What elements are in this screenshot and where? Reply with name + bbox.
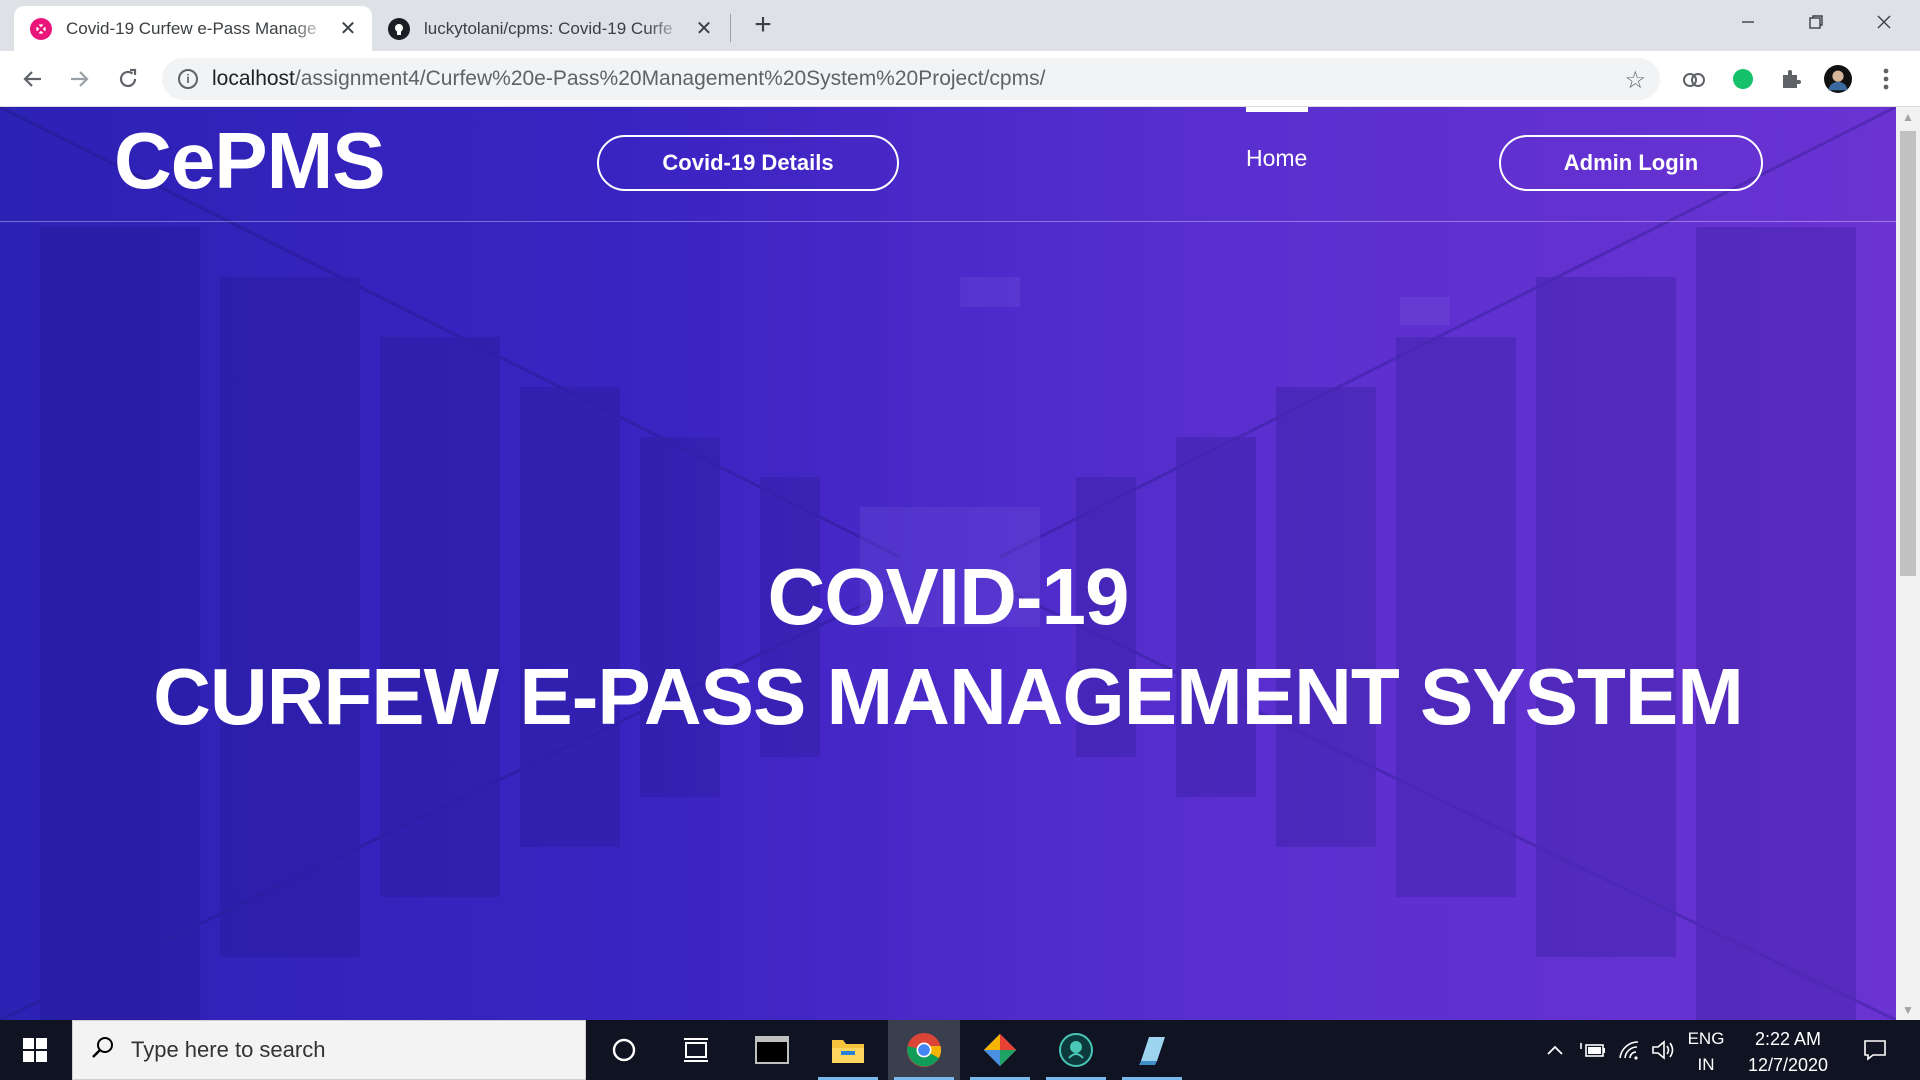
page-viewport: CePMS Covid-19 Details Home Admin Login … <box>0 107 1896 1020</box>
url-host: localhost <box>212 67 295 90</box>
volume-control[interactable] <box>1646 1020 1680 1080</box>
windows-logo-icon <box>23 1038 47 1062</box>
task-view-button[interactable] <box>660 1020 732 1080</box>
tab-title: Covid-19 Curfew e-Pass Manage <box>66 18 317 38</box>
search-icon <box>91 1035 115 1066</box>
restore-icon <box>1809 15 1823 29</box>
tab-strip: Covid-19 Curfew e-Pass Manage ✕ luckytol… <box>0 0 1920 51</box>
system-clock[interactable]: 2:22 AM 12/7/2020 <box>1740 1026 1836 1078</box>
terminal-icon <box>755 1036 789 1064</box>
tab-github[interactable]: luckytolani/cpms: Covid-19 Curfe ✕ <box>372 6 728 51</box>
minimize-button[interactable] <box>1714 0 1782 44</box>
bookmark-star-icon[interactable]: ☆ <box>1624 66 1646 95</box>
clock-time: 2:22 AM <box>1754 1029 1822 1049</box>
chrome-app-button[interactable] <box>888 1020 960 1080</box>
lang-region: IN <box>1697 1055 1715 1074</box>
kraken-icon <box>1059 1033 1093 1067</box>
notification-icon <box>1864 1040 1886 1061</box>
input-language-indicator[interactable]: ENG IN <box>1682 1026 1730 1078</box>
search-placeholder: Type here to search <box>131 1037 326 1062</box>
url-text[interactable]: localhost/assignment4/Curfew%20e-Pass%20… <box>212 67 1045 91</box>
clock-date: 12/7/2020 <box>1747 1055 1829 1075</box>
notepad-icon <box>1139 1037 1165 1065</box>
scroll-down-arrow-icon[interactable]: ▼ <box>1896 1000 1920 1020</box>
back-arrow-icon <box>23 71 41 87</box>
cortana-button[interactable] <box>588 1020 660 1080</box>
restore-button[interactable] <box>1782 0 1850 44</box>
notepad-app-button[interactable] <box>1116 1020 1188 1080</box>
git-diamond-icon <box>984 1034 1016 1066</box>
github-icon <box>388 17 410 40</box>
url-path: /assignment4/Curfew%20e-Pass%20Managemen… <box>294 67 1046 90</box>
close-icon <box>1877 15 1891 29</box>
covid-details-button[interactable]: Covid-19 Details <box>597 135 899 191</box>
extensions-puzzle-icon[interactable] <box>1777 65 1805 93</box>
reload-icon <box>119 68 137 88</box>
taskbar-search-box[interactable]: Type here to search <box>72 1020 586 1080</box>
close-tab-icon[interactable]: ✕ <box>338 18 358 40</box>
new-tab-button[interactable]: + <box>748 10 778 40</box>
tab-separator <box>730 14 731 42</box>
tab-title: luckytolani/cpms: Covid-19 Curfe <box>424 18 673 38</box>
forward-arrow-icon <box>71 71 89 87</box>
action-center-button[interactable] <box>1852 1020 1898 1080</box>
browser-toolbar: i localhost/assignment4/Curfew%20e-Pass%… <box>0 51 1920 107</box>
close-window-button[interactable] <box>1850 0 1918 44</box>
scroll-up-arrow-icon[interactable]: ▲ <box>1896 107 1920 127</box>
wifi-icon <box>1619 1041 1639 1060</box>
hero-line-1: COVID-19 <box>767 552 1130 641</box>
back-button[interactable] <box>14 61 50 97</box>
site-info-icon[interactable]: i <box>178 69 198 89</box>
battery-status[interactable] <box>1576 1020 1610 1080</box>
battery-plug-icon <box>1580 1043 1605 1057</box>
hero-line-2: CURFEW E-PASS MANAGEMENT SYSTEM <box>153 652 1744 741</box>
network-status[interactable] <box>1612 1020 1646 1080</box>
hero-heading: COVID-19 CURFEW E-PASS MANAGEMENT SYSTEM <box>0 547 1896 747</box>
lang-code: ENG <box>1687 1029 1725 1048</box>
site-logo[interactable]: CePMS <box>114 115 386 207</box>
chevron-up-icon <box>1547 1045 1563 1055</box>
address-bar[interactable]: i localhost/assignment4/Curfew%20e-Pass%… <box>162 58 1660 100</box>
speaker-icon <box>1652 1040 1674 1060</box>
terminal-app-button[interactable] <box>736 1020 808 1080</box>
forward-button[interactable] <box>62 61 98 97</box>
more-menu-icon[interactable] <box>1872 65 1900 93</box>
minimize-icon <box>1742 21 1754 23</box>
nav-divider <box>0 221 1896 222</box>
profile-avatar[interactable] <box>1824 65 1852 93</box>
nav-home-link[interactable]: Home <box>1246 145 1307 172</box>
page-scrollbar[interactable]: ▲ ▼ <box>1896 107 1920 1020</box>
tab-cepms[interactable]: Covid-19 Curfew e-Pass Manage ✕ <box>14 6 372 51</box>
show-hidden-icons-button[interactable] <box>1538 1020 1572 1080</box>
kraken-app-button[interactable] <box>1040 1020 1112 1080</box>
file-explorer-button[interactable] <box>812 1020 884 1080</box>
grammarly-extension-icon[interactable] <box>1729 65 1757 93</box>
extension-link-icon[interactable] <box>1680 65 1708 93</box>
start-button[interactable] <box>0 1020 70 1080</box>
close-tab-icon[interactable]: ✕ <box>694 18 714 40</box>
xampp-icon <box>30 17 52 40</box>
cortana-circle-icon <box>612 1038 636 1062</box>
scroll-thumb[interactable] <box>1900 131 1916 576</box>
task-view-icon <box>684 1038 708 1062</box>
admin-login-button[interactable]: Admin Login <box>1499 135 1763 191</box>
chrome-icon <box>907 1033 941 1067</box>
home-active-indicator <box>1246 107 1308 112</box>
folder-icon <box>832 1040 864 1063</box>
windows-taskbar: Type here to search ENG IN 2:22 AM 12/7/… <box>0 1020 1920 1080</box>
reload-button[interactable] <box>110 61 146 97</box>
gitkraken-app-button[interactable] <box>964 1020 1036 1080</box>
